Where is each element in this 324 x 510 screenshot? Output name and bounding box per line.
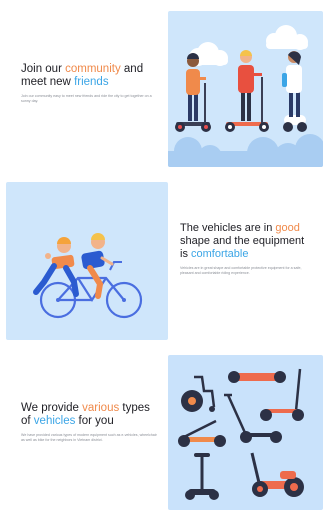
feature-text-block: We provide various types of vehicles for… — [21, 402, 161, 443]
scooter-riders-illustration — [168, 11, 323, 167]
tandem-bicycle-illustration — [6, 182, 168, 340]
feature-text-block: The vehicles are in good shape and the e… — [180, 222, 314, 276]
feature-headline: We provide various types of vehicles for… — [21, 402, 161, 428]
headline-highlight: comfortable — [191, 248, 249, 260]
headline-highlight: various — [82, 402, 120, 414]
rider-figure — [81, 233, 114, 299]
feature-section-vehicles: We provide various types of vehicles for… — [0, 352, 324, 510]
feature-section-community: Join our community and meet new friends … — [0, 8, 324, 168]
headline-text: We provide — [21, 402, 83, 414]
headline-highlight: friends — [74, 76, 109, 88]
headline-highlight: good — [275, 222, 300, 234]
headline-text: The vehicles are in — [180, 222, 276, 234]
feature-description: Join our community easy to meet new frie… — [21, 94, 152, 103]
rider-figure — [282, 51, 307, 132]
rider-figure — [225, 50, 269, 132]
feature-section-equipment: The vehicles are in good shape and the e… — [0, 182, 324, 342]
hoverboard-icon — [228, 371, 286, 383]
headline-text: for you — [75, 415, 114, 427]
vehicles-illustration — [168, 355, 323, 510]
segway-icon — [185, 453, 219, 500]
feature-description: Vehicles are in great shape and comforta… — [180, 266, 302, 275]
headline-highlight: community — [65, 63, 121, 75]
feature-text-block: Join our community and meet new friends … — [21, 63, 161, 104]
feature-description: We have provided various types of modern… — [21, 433, 157, 442]
wheelchair-icon — [181, 375, 216, 412]
electric-scooter-icon — [250, 452, 304, 497]
feature-headline: Join our community and meet new friends — [21, 63, 161, 89]
feature-headline: The vehicles are in good shape and the e… — [180, 222, 314, 261]
scooter-icon — [178, 419, 226, 447]
headline-text: Join our — [21, 63, 66, 75]
headline-highlight: vehicles — [33, 415, 76, 427]
scooter-icon — [224, 393, 282, 443]
